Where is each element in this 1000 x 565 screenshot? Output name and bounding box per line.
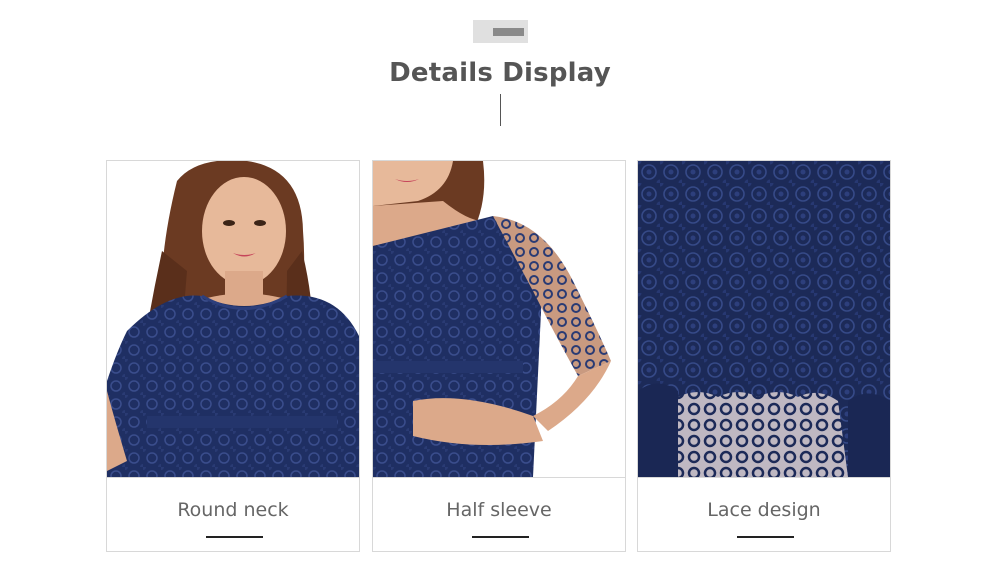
section-title: Details Display [389,58,611,88]
detail-card-half-sleeve: Half sleeve [372,160,626,552]
caption-underline [206,536,263,538]
caption-underline [737,536,794,538]
detail-card-round-neck: Round neck [106,160,360,552]
caption-lace-design: Lace design [707,499,821,521]
caption-underline [472,536,529,538]
half-sleeve-photo [373,161,625,477]
caption-area: Half sleeve [373,477,625,551]
detail-card-lace-design: Lace design [637,160,891,552]
title-divider [500,94,501,126]
caption-area: Lace design [638,477,890,551]
section-tag-bar [493,28,524,36]
details-display-section: Details Display Round neck Half sleeve L… [0,0,1000,565]
caption-round-neck: Round neck [177,499,289,521]
lace-design-photo [638,161,890,477]
section-tag-icon [473,20,528,43]
caption-half-sleeve: Half sleeve [446,499,552,521]
round-neck-photo [107,161,359,477]
caption-area: Round neck [107,477,359,551]
